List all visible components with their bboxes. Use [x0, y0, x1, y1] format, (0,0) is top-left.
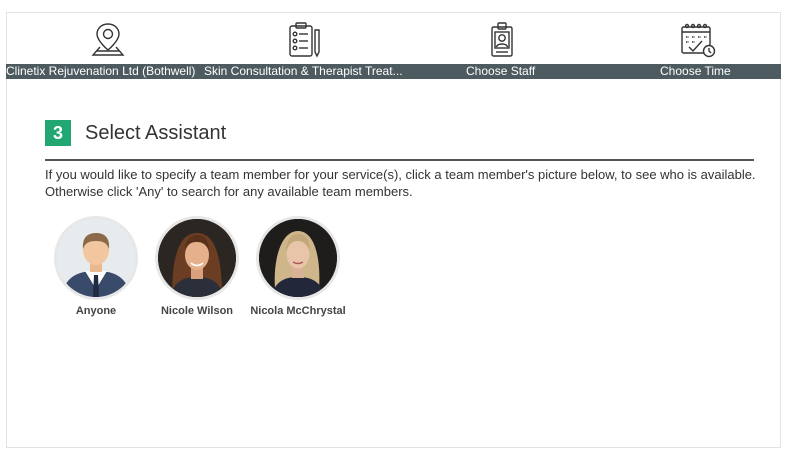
- staff-photo[interactable]: [256, 216, 340, 300]
- frame-bottom-border: [6, 447, 781, 448]
- section-heading: 3 Select Assistant: [45, 120, 226, 146]
- staff-name: Nicola McChrystal: [250, 305, 346, 317]
- staff-option-nicole-wilson[interactable]: Nicole Wilson: [147, 216, 247, 317]
- booking-steps-bar: Clinetix Rejuvenation Ltd (Bothwell) Ski…: [6, 64, 781, 79]
- page-title: Select Assistant: [85, 121, 227, 144]
- step-number-badge: 3: [45, 120, 71, 146]
- step-icons-row: [6, 14, 781, 64]
- step-choose-staff[interactable]: Choose Staff: [466, 64, 535, 79]
- staff-option-nicola-mcchrystal[interactable]: Nicola McChrystal: [248, 216, 348, 317]
- instructions-text: If you would like to specify a team memb…: [45, 167, 756, 199]
- clipboard-list-icon[interactable]: [282, 18, 326, 62]
- step-choose-time[interactable]: Choose Time: [660, 64, 731, 79]
- calendar-clock-icon[interactable]: [676, 18, 720, 62]
- staff-name: Nicole Wilson: [160, 305, 234, 317]
- heading-divider: [45, 159, 754, 161]
- staff-photo[interactable]: [155, 216, 239, 300]
- staff-option-anyone[interactable]: Anyone: [46, 216, 146, 317]
- step-location[interactable]: Clinetix Rejuvenation Ltd (Bothwell): [6, 64, 195, 79]
- staff-badge-icon[interactable]: [480, 18, 524, 62]
- staff-name: Anyone: [75, 305, 117, 317]
- step-service[interactable]: Skin Consultation & Therapist Treat...: [204, 64, 403, 79]
- location-pin-icon[interactable]: [86, 18, 130, 62]
- generic-person-icon[interactable]: [54, 216, 138, 300]
